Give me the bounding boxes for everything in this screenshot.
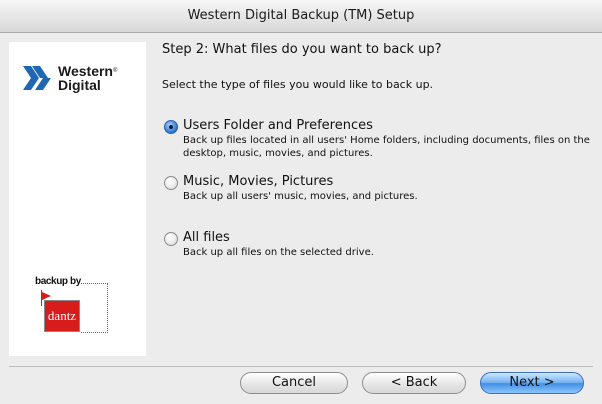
radio-selected-icon[interactable] <box>164 120 178 134</box>
option-label[interactable]: Music, Movies, Pictures <box>183 174 333 189</box>
back-button[interactable]: < Back <box>362 372 466 394</box>
dantz-logo: backup by dantz <box>35 276 115 340</box>
setup-window: Western Digital Backup (TM) Setup Wester… <box>0 0 602 404</box>
western-digital-logo: Western® Digital <box>23 64 141 104</box>
branding-panel: Western® Digital backup by dantz <box>9 42 146 356</box>
next-button[interactable]: Next > <box>480 372 584 394</box>
window-title: Western Digital Backup (TM) Setup <box>0 0 602 33</box>
option-label[interactable]: All files <box>183 230 230 245</box>
footer-divider <box>9 366 593 367</box>
dantz-frame <box>81 283 108 333</box>
cancel-button[interactable]: Cancel <box>240 372 348 394</box>
western-digital-wordmark: Western® Digital <box>58 64 117 92</box>
dantz-label: backup by <box>35 276 81 287</box>
western-digital-logo-icon <box>23 66 51 90</box>
step-title: Step 2: What files do you want to back u… <box>162 42 442 57</box>
wd-line2: Digital <box>58 77 101 93</box>
instruction-text: Select the type of files you would like … <box>162 78 434 91</box>
radio-icon[interactable] <box>164 176 178 190</box>
dantz-box: dantz <box>44 300 80 332</box>
wd-registered-mark: ® <box>112 68 118 74</box>
option-description: Back up all users' music, movies, and pi… <box>183 191 418 202</box>
radio-icon[interactable] <box>164 232 178 246</box>
option-description: Back up files located in all users' Home… <box>183 135 590 159</box>
flag-icon <box>42 292 51 300</box>
option-label[interactable]: Users Folder and Preferences <box>183 118 373 133</box>
option-description: Back up all files on the selected drive. <box>183 247 374 258</box>
